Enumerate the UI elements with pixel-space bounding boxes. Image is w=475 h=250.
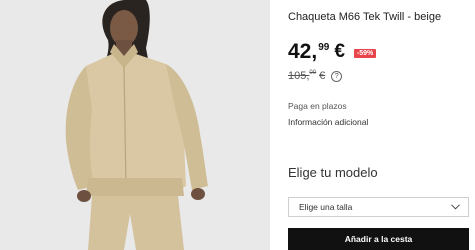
current-price: 42, 99 € -59% [288, 40, 377, 64]
product-info-panel: Chaqueta M66 Tek Twill - beige 42, 99 € … [288, 0, 475, 250]
original-price-decimals: 00 [309, 70, 317, 76]
question-circle-icon[interactable]: ? [331, 70, 343, 82]
pay-in-installments-link[interactable]: Paga en plazos [288, 101, 347, 111]
additional-info-link[interactable]: Información adicional [288, 117, 368, 127]
original-price-currency: € [319, 70, 326, 82]
size-select[interactable]: Elige una talla [288, 197, 469, 217]
discount-badge: -59% [353, 49, 377, 58]
price-decimals: 99 [318, 42, 330, 53]
add-to-cart-button[interactable]: Añadir a la cesta [288, 228, 469, 250]
price-integer: 42, [288, 40, 318, 63]
chevron-down-icon [451, 204, 460, 210]
product-image[interactable] [0, 0, 270, 250]
choose-model-heading: Elige tu modelo [288, 165, 378, 180]
price-currency: € [334, 41, 345, 62]
original-price-row: 105, 00 € ? [288, 69, 343, 83]
product-title: Chaqueta M66 Tek Twill - beige [288, 11, 442, 23]
product-photo-illustration [0, 0, 270, 250]
original-price: 105, 00 € [288, 69, 325, 83]
original-price-integer: 105, [288, 70, 310, 82]
size-select-label: Elige una talla [299, 202, 353, 212]
